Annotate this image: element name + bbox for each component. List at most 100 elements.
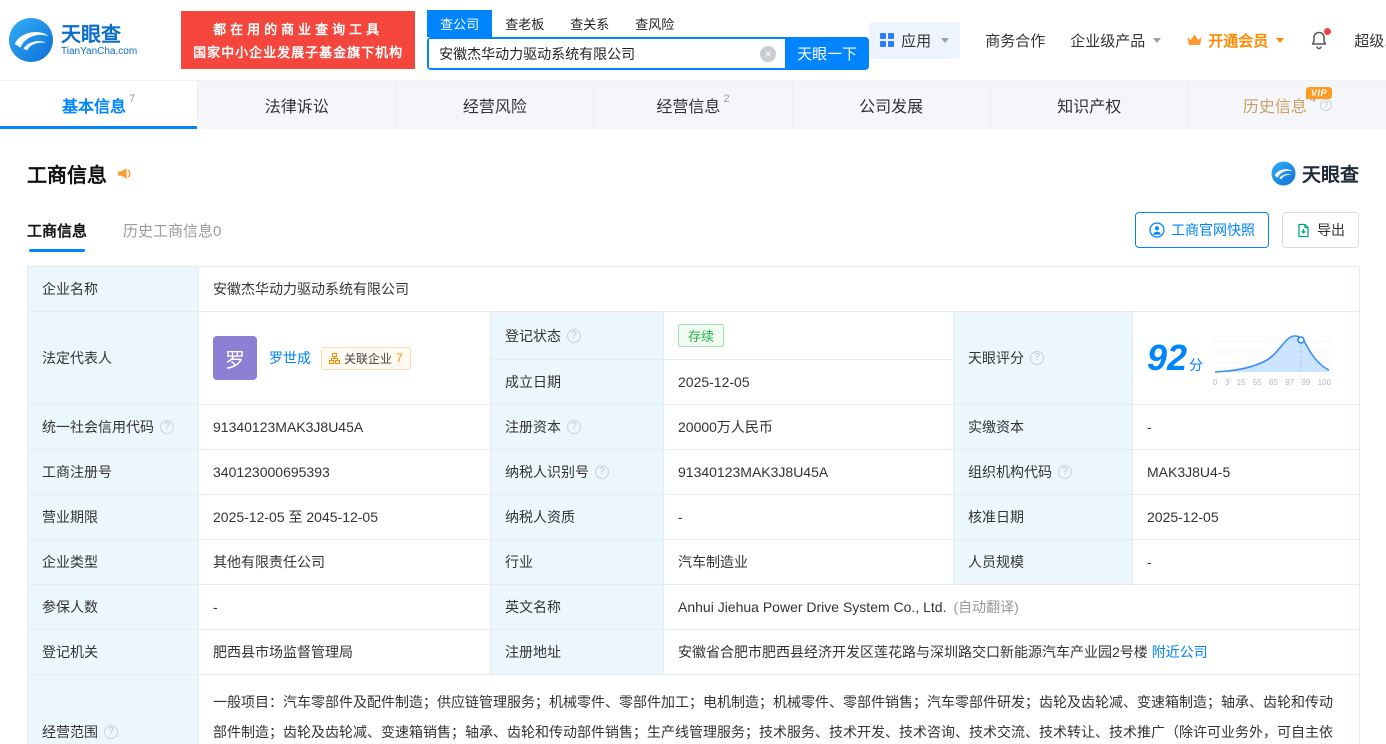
tab-business-info[interactable]: 经营信息2 bbox=[594, 81, 792, 129]
tianyan-score: 92分 03 bbox=[1147, 330, 1345, 387]
search-button[interactable]: 天眼一下 bbox=[785, 37, 869, 70]
clear-search-icon[interactable]: × bbox=[760, 46, 776, 62]
reg-address-value: 安徽省合肥市肥西县经济开发区莲花路与深圳路交口新能源汽车产业园2号楼 bbox=[678, 644, 1148, 660]
tab-count: 7 bbox=[129, 93, 135, 105]
field-label-taxpayer-id: 纳税人识别号 bbox=[491, 450, 664, 495]
crown-icon bbox=[1186, 33, 1203, 47]
help-icon[interactable] bbox=[104, 725, 118, 739]
site-header: 天眼查 TianYanCha.com 都在用的商业查询工具 国家中小企业发展子基… bbox=[0, 0, 1386, 80]
apps-menu-button[interactable]: 应用 bbox=[869, 22, 960, 59]
score-chart: 03 1555 8597 99100 bbox=[1213, 330, 1331, 387]
field-label-insured-count: 参保人数 bbox=[28, 585, 199, 630]
watermark-text: 天眼查 bbox=[1302, 160, 1359, 187]
approval-date-value: 2025-12-05 bbox=[1133, 495, 1360, 540]
avatar[interactable]: 罗 bbox=[213, 336, 257, 380]
business-term-value: 2025-12-05 至 2045-12-05 bbox=[199, 495, 491, 540]
field-label-approval-date: 核准日期 bbox=[954, 495, 1133, 540]
tab-intellectual-property[interactable]: 知识产权 bbox=[991, 81, 1189, 129]
field-label-staff-size: 人员规模 bbox=[954, 540, 1133, 585]
tab-basic-info[interactable]: 基本信息7 bbox=[0, 81, 198, 129]
legal-rep-link[interactable]: 罗世成 bbox=[269, 348, 311, 368]
tab-operating-risk[interactable]: 经营风险 bbox=[396, 81, 594, 129]
taxpayer-id-value: 91340123MAK3J8U45A bbox=[664, 450, 954, 495]
field-label-legal-rep: 法定代表人 bbox=[28, 312, 199, 405]
related-companies-badge[interactable]: 关联企业 7 bbox=[321, 347, 411, 370]
eye-logo-icon bbox=[1271, 161, 1296, 186]
paid-capital-value: - bbox=[1133, 405, 1360, 450]
search-tabs: 查公司 查老板 查关系 查风险 bbox=[427, 10, 869, 37]
taxpayer-quality-value: - bbox=[664, 495, 954, 540]
field-label-company-name: 企业名称 bbox=[28, 267, 199, 312]
score-value: 92 bbox=[1147, 337, 1187, 378]
person-circle-icon bbox=[1149, 222, 1165, 238]
score-cell: 92分 03 bbox=[1133, 312, 1360, 405]
notification-bell-icon[interactable] bbox=[1309, 30, 1329, 50]
promo-line-2: 国家中小企业发展子基金旗下机构 bbox=[193, 42, 403, 61]
official-snapshot-button[interactable]: 工商官网快照 bbox=[1135, 212, 1269, 248]
tab-legal-proceedings[interactable]: 法律诉讼 bbox=[198, 81, 396, 129]
help-icon[interactable] bbox=[567, 329, 581, 343]
promo-banner: 都在用的商业查询工具 国家中小企业发展子基金旗下机构 bbox=[181, 11, 415, 69]
megaphone-icon[interactable] bbox=[116, 165, 133, 182]
eye-logo-icon bbox=[8, 17, 54, 63]
search-area: 查公司 查老板 查关系 查风险 × 天眼一下 bbox=[427, 10, 869, 70]
search-tab-company[interactable]: 查公司 bbox=[427, 10, 492, 37]
menu-enterprise-products[interactable]: 企业级产品 bbox=[1070, 30, 1161, 51]
score-axis-ticks: 03 1555 8597 99100 bbox=[1213, 378, 1331, 387]
org-code-value: MAK3J8U4-5 bbox=[1133, 450, 1360, 495]
field-label-credit-code: 统一社会信用代码 bbox=[28, 405, 199, 450]
reg-address-cell: 安徽省合肥市肥西县经济开发区莲花路与深圳路交口新能源汽车产业园2号楼 附近公司 bbox=[664, 630, 1360, 675]
field-label-english-name: 英文名称 bbox=[491, 585, 664, 630]
field-label-taxpayer-quality: 纳税人资质 bbox=[491, 495, 664, 540]
help-icon[interactable] bbox=[160, 420, 174, 434]
menu-business-cooperation[interactable]: 商务合作 bbox=[985, 30, 1045, 51]
business-scope-value: 一般项目：汽车零部件及配件制造；供应链管理服务；机械零件、零部件加工；电机制造；… bbox=[199, 675, 1360, 744]
help-icon[interactable] bbox=[1058, 465, 1072, 479]
help-icon[interactable] bbox=[1030, 351, 1044, 365]
tianyancha-logo[interactable]: 天眼查 TianYanCha.com bbox=[8, 17, 137, 63]
brand-domain: TianYanCha.com bbox=[61, 46, 137, 57]
search-tab-risk[interactable]: 查风险 bbox=[622, 10, 687, 37]
search-input[interactable] bbox=[429, 39, 785, 68]
field-label-org-code: 组织机构代码 bbox=[954, 450, 1133, 495]
reg-authority-value: 肥西县市场监督管理局 bbox=[199, 630, 491, 675]
chevron-down-icon bbox=[1276, 38, 1284, 43]
menu-open-vip[interactable]: 开通会员 bbox=[1186, 30, 1284, 51]
help-icon[interactable] bbox=[567, 420, 581, 434]
industry-value: 汽车制造业 bbox=[664, 540, 954, 585]
field-label-establish-date: 成立日期 bbox=[491, 360, 664, 405]
field-label-reg-status: 登记状态 bbox=[491, 312, 664, 360]
tab-company-development[interactable]: 公司发展 bbox=[793, 81, 991, 129]
export-button[interactable]: 导出 bbox=[1282, 212, 1359, 248]
staff-size-value: - bbox=[1133, 540, 1360, 585]
subtab-business-info[interactable]: 工商信息 bbox=[27, 220, 87, 252]
status-badge: 存续 bbox=[678, 324, 724, 347]
field-label-business-scope: 经营范围 bbox=[28, 675, 199, 744]
english-name-cell: Anhui Jiehua Power Drive System Co., Ltd… bbox=[664, 585, 1360, 630]
help-icon[interactable] bbox=[595, 465, 609, 479]
score-unit: 分 bbox=[1189, 357, 1203, 373]
export-icon bbox=[1296, 223, 1311, 238]
help-icon[interactable] bbox=[1320, 99, 1332, 111]
org-chart-icon bbox=[329, 353, 340, 364]
field-label-business-term: 营业期限 bbox=[28, 495, 199, 540]
field-label-industry: 行业 bbox=[491, 540, 664, 585]
search-tab-boss[interactable]: 查老板 bbox=[492, 10, 557, 37]
top-menu: 应用 商务合作 企业级产品 开通会员 超级... bbox=[869, 22, 1386, 59]
nearby-companies-link[interactable]: 附近公司 bbox=[1152, 644, 1208, 660]
notification-dot bbox=[1324, 28, 1331, 35]
english-name-value: Anhui Jiehua Power Drive System Co., Ltd… bbox=[678, 599, 946, 615]
subtab-history-business-info[interactable]: 历史工商信息0 bbox=[123, 220, 221, 252]
reg-status-cell: 存续 bbox=[664, 312, 954, 360]
company-type-value: 其他有限责任公司 bbox=[199, 540, 491, 585]
tab-history-info[interactable]: 历史信息4 VIP bbox=[1189, 81, 1386, 129]
menu-super-vip[interactable]: 超级... bbox=[1354, 30, 1386, 51]
field-label-reg-capital: 注册资本 bbox=[491, 405, 664, 450]
tab-count: 2 bbox=[723, 93, 729, 105]
field-label-score: 天眼评分 bbox=[954, 312, 1133, 405]
field-label-reg-number: 工商注册号 bbox=[28, 450, 199, 495]
promo-line-1: 都在用的商业查询工具 bbox=[193, 19, 403, 38]
search-tab-relation[interactable]: 查关系 bbox=[557, 10, 622, 37]
apps-label: 应用 bbox=[901, 30, 931, 51]
chevron-down-icon bbox=[941, 38, 949, 43]
